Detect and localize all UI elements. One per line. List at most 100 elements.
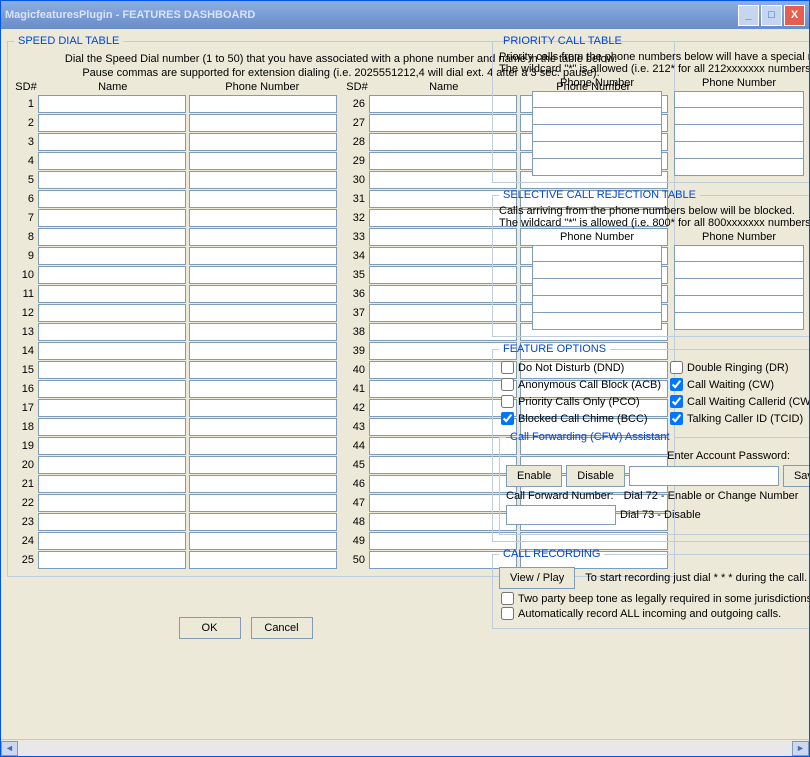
cfw-enable-button[interactable]: Enable [506, 465, 562, 487]
cancel-button[interactable]: Cancel [251, 617, 313, 639]
priority-phone-input[interactable] [674, 142, 804, 159]
view-play-button[interactable]: View / Play [499, 567, 575, 589]
priority-phone-input[interactable] [532, 125, 662, 142]
sd-phone-input[interactable] [189, 342, 337, 360]
sd-phone-input[interactable] [189, 437, 337, 455]
sd-name-input[interactable] [38, 95, 186, 113]
sd-name-input[interactable] [38, 209, 186, 227]
priority-phone-input[interactable] [532, 159, 662, 176]
sd-name-input[interactable] [38, 399, 186, 417]
sd-phone-input[interactable] [189, 475, 337, 493]
bcc-checkbox[interactable] [501, 412, 514, 425]
reject-phone-input[interactable] [674, 279, 804, 296]
dr-checkbox[interactable] [670, 361, 683, 374]
sd-name-input[interactable] [38, 551, 186, 569]
sd-phone-input[interactable] [189, 361, 337, 379]
dnd-checkbox[interactable] [501, 361, 514, 374]
sd-phone-input[interactable] [189, 513, 337, 531]
priority-phone-input[interactable] [674, 125, 804, 142]
sd-phone-input[interactable] [189, 266, 337, 284]
sd-name-input[interactable] [38, 133, 186, 151]
sd-phone-input[interactable] [189, 247, 337, 265]
reject-phone-input[interactable] [532, 262, 662, 279]
reject-phone-input[interactable] [674, 296, 804, 313]
sd-name-input[interactable] [38, 247, 186, 265]
sd-name-input[interactable] [38, 532, 186, 550]
sd-phone-input[interactable] [189, 323, 337, 341]
sd-name-input[interactable] [38, 380, 186, 398]
sd-name-input[interactable] [38, 361, 186, 379]
option-acb[interactable]: Anonymous Call Block (ACB) [499, 378, 668, 391]
ok-button[interactable]: OK [179, 617, 241, 639]
sd-name-input[interactable] [38, 114, 186, 132]
reject-phone-input[interactable] [532, 279, 662, 296]
sd-name-input[interactable] [38, 266, 186, 284]
horizontal-scrollbar[interactable]: ◄ ► [1, 739, 809, 756]
sd-phone-input[interactable] [189, 171, 337, 189]
priority-phone-input[interactable] [674, 91, 804, 108]
autorec-checkbox[interactable] [501, 607, 514, 620]
cfw-disable-button[interactable]: Disable [566, 465, 625, 487]
tcid-checkbox[interactable] [670, 412, 683, 425]
sd-phone-input[interactable] [189, 152, 337, 170]
sd-phone-input[interactable] [189, 304, 337, 322]
scroll-track[interactable] [18, 741, 792, 756]
sd-name-input[interactable] [38, 190, 186, 208]
sd-name-input[interactable] [38, 304, 186, 322]
option-cw[interactable]: Call Waiting (CW) [668, 378, 809, 391]
priority-phone-input[interactable] [532, 91, 662, 108]
scroll-left-button[interactable]: ◄ [1, 741, 18, 756]
sd-name-input[interactable] [38, 285, 186, 303]
sd-phone-input[interactable] [189, 209, 337, 227]
sd-phone-input[interactable] [189, 532, 337, 550]
sd-name-input[interactable] [38, 513, 186, 531]
sd-phone-input[interactable] [189, 228, 337, 246]
sd-name-input[interactable] [38, 494, 186, 512]
cw-checkbox[interactable] [670, 378, 683, 391]
sd-name-input[interactable] [38, 418, 186, 436]
sd-name-input[interactable] [38, 152, 186, 170]
sd-phone-input[interactable] [189, 380, 337, 398]
scroll-right-button[interactable]: ► [792, 741, 809, 756]
sd-name-input[interactable] [38, 475, 186, 493]
sd-phone-input[interactable] [189, 114, 337, 132]
cfw-password-input[interactable] [629, 466, 779, 486]
reject-phone-input[interactable] [532, 313, 662, 330]
sd-name-input[interactable] [38, 323, 186, 341]
cwcid-checkbox[interactable] [670, 395, 683, 408]
maximize-button[interactable]: □ [761, 5, 782, 26]
close-button[interactable]: X [784, 5, 805, 26]
sd-phone-input[interactable] [189, 418, 337, 436]
minimize-button[interactable]: _ [738, 5, 759, 26]
sd-name-input[interactable] [38, 228, 186, 246]
priority-phone-input[interactable] [532, 142, 662, 159]
sd-phone-input[interactable] [189, 95, 337, 113]
sd-phone-input[interactable] [189, 190, 337, 208]
sd-phone-input[interactable] [189, 494, 337, 512]
sd-name-input[interactable] [38, 342, 186, 360]
reject-phone-input[interactable] [532, 245, 662, 262]
sd-name-input[interactable] [38, 171, 186, 189]
option-tcid[interactable]: Talking Caller ID (TCID) [668, 412, 809, 425]
sd-phone-input[interactable] [189, 456, 337, 474]
reject-phone-input[interactable] [674, 313, 804, 330]
reject-phone-input[interactable] [674, 262, 804, 279]
priority-phone-input[interactable] [532, 108, 662, 125]
beep-checkbox[interactable] [501, 592, 514, 605]
reject-phone-input[interactable] [674, 245, 804, 262]
sd-phone-input[interactable] [189, 399, 337, 417]
option-dr[interactable]: Double Ringing (DR) [668, 361, 809, 374]
option-dnd[interactable]: Do Not Disturb (DND) [499, 361, 668, 374]
option-pco[interactable]: Priority Calls Only (PCO) [499, 395, 668, 408]
sd-name-input[interactable] [38, 456, 186, 474]
cfw-save-button[interactable]: Save [783, 465, 809, 487]
sd-phone-input[interactable] [189, 133, 337, 151]
pco-checkbox[interactable] [501, 395, 514, 408]
priority-phone-input[interactable] [674, 108, 804, 125]
sd-name-input[interactable] [38, 437, 186, 455]
priority-phone-input[interactable] [674, 159, 804, 176]
sd-phone-input[interactable] [189, 551, 337, 569]
option-bcc[interactable]: Blocked Call Chime (BCC) [499, 412, 668, 425]
reject-phone-input[interactable] [532, 296, 662, 313]
acb-checkbox[interactable] [501, 378, 514, 391]
